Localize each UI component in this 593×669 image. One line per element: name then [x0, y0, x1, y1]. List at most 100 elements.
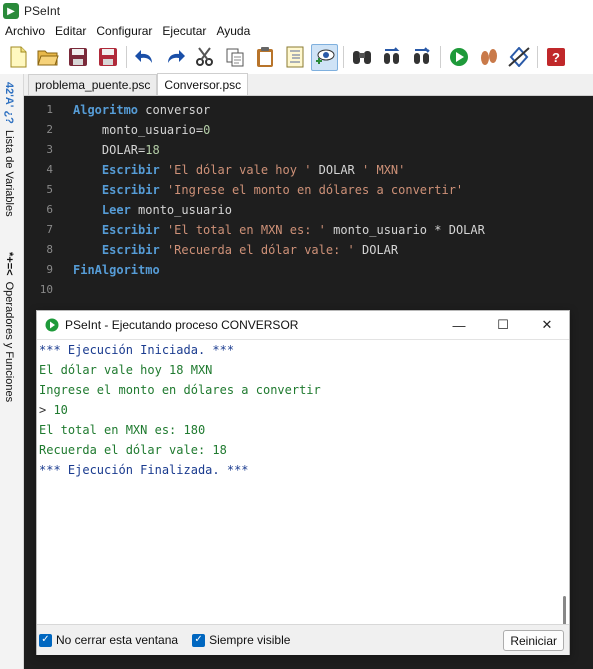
console-input-value: 10: [53, 403, 68, 417]
code-line: Algoritmo conversor: [73, 100, 485, 120]
close-button[interactable]: ✕: [525, 311, 569, 339]
console-scrollbar[interactable]: [563, 596, 566, 626]
line-number: 3: [46, 143, 53, 156]
code-line: Escribir 'Ingrese el monto en dólares a …: [73, 180, 485, 200]
open-file-icon[interactable]: [34, 44, 61, 71]
variables-panel-tab[interactable]: 42'A' ¿? Lista de Variables: [3, 82, 15, 217]
menu-editar[interactable]: Editar: [50, 24, 91, 38]
paste-icon[interactable]: [251, 44, 278, 71]
check-icon: ✓: [39, 633, 52, 647]
pseint-logo-icon: ▶: [3, 3, 19, 19]
code-line: Escribir 'El dólar vale hoy ' DOLAR ' MX…: [73, 160, 485, 180]
execution-console[interactable]: *** Ejecución Iniciada. *** El dólar vale…: [37, 339, 569, 624]
file-tabs: problema_puente.psc Conversor.psc: [24, 73, 593, 96]
code-token: 'Ingrese el monto en dólares a convertir…: [166, 183, 464, 197]
minimize-button[interactable]: —: [437, 311, 481, 339]
variables-tab-icon: 42'A' ¿?: [3, 82, 15, 124]
code-token: 'Recuerda el dólar vale: ': [166, 243, 355, 257]
keep-open-label: No cerrar esta ventana: [56, 633, 179, 647]
check-icon: ✓: [192, 633, 206, 647]
console-text: Recuerda el dólar vale: 18: [39, 443, 227, 457]
menu-ayuda[interactable]: Ayuda: [211, 24, 255, 38]
reset-button[interactable]: Reiniciar: [503, 630, 564, 651]
code-line: Escribir 'Recuerda el dólar vale: ' DOLA…: [73, 240, 485, 260]
console-line: Recuerda el dólar vale: 18: [37, 440, 569, 460]
line-number: 2: [46, 123, 53, 136]
flowchart-icon[interactable]: [505, 44, 532, 71]
code-token: Leer: [73, 203, 131, 217]
code-token: 'El dólar vale hoy ': [166, 163, 312, 177]
operators-panel-tab[interactable]: *+=< Operadores y Funciones: [3, 252, 15, 402]
always-visible-checkbox[interactable]: ✓ Siempre visible: [192, 633, 290, 647]
tab-problema-puente[interactable]: problema_puente.psc: [28, 74, 158, 95]
code-lines: Algoritmo conversor monto_usuario=0 DOLA…: [73, 100, 485, 300]
new-file-icon[interactable]: [4, 44, 31, 71]
code-token: conversor: [138, 103, 211, 117]
toolbar-separator: [440, 46, 441, 68]
code-line: Escribir 'El total en MXN es: ' monto_us…: [73, 220, 485, 240]
console-text: *** Ejecución Finalizada. ***: [39, 463, 249, 477]
line-number: 9: [46, 263, 53, 276]
menu-configurar[interactable]: Configurar: [91, 24, 157, 38]
step-by-step-icon[interactable]: [475, 44, 502, 71]
operators-tab-icon: *+=<: [3, 252, 15, 276]
line-number: 6: [46, 203, 53, 216]
console-line: El total en MXN es: 180: [37, 420, 569, 440]
replace-icon[interactable]: [378, 44, 405, 71]
line-number: 8: [46, 243, 53, 256]
left-sidebar: 42'A' ¿? Lista de Variables *+=< Operado…: [0, 74, 24, 669]
code-token: DOLAR: [73, 143, 139, 157]
console-text: El dólar vale hoy 18 MXN: [39, 363, 213, 377]
keep-open-checkbox[interactable]: ✓ No cerrar esta ventana: [39, 633, 178, 647]
maximize-button[interactable]: ☐: [481, 311, 525, 339]
console-line: *** Ejecución Finalizada. ***: [37, 460, 569, 480]
save-icon[interactable]: [64, 44, 91, 71]
code-token: monto_usuario: [325, 223, 435, 237]
always-visible-label: Siempre visible: [209, 633, 291, 647]
code-token: =: [195, 123, 204, 137]
code-token: 18: [145, 143, 160, 157]
run-icon[interactable]: [445, 44, 472, 71]
console-line: > 10: [37, 400, 569, 420]
redo-icon[interactable]: [161, 44, 188, 71]
cut-icon[interactable]: [191, 44, 218, 71]
code-token: DOLAR: [354, 243, 399, 257]
replace-all-icon[interactable]: [408, 44, 435, 71]
code-line: DOLAR=18: [73, 140, 485, 160]
code-line: Leer monto_usuario: [73, 200, 485, 220]
menu-archivo[interactable]: Archivo: [0, 24, 50, 38]
save-as-icon[interactable]: [94, 44, 121, 71]
toolbar: ?: [0, 40, 593, 74]
toolbar-separator: [537, 46, 538, 68]
app-title: PSeInt: [24, 4, 61, 18]
code-token: Escribir: [73, 223, 160, 237]
console-text: >: [39, 403, 54, 417]
app-titlebar: ▶ PSeInt: [0, 0, 593, 22]
variables-tab-label: Lista de Variables: [3, 129, 15, 217]
menu-ejecutar[interactable]: Ejecutar: [157, 24, 211, 38]
pseint-run-icon: [45, 318, 59, 332]
console-line: Ingrese el monto en dólares a convertir: [37, 380, 569, 400]
execution-window-footer: ✓ No cerrar esta ventana ✓ Siempre visib…: [37, 624, 569, 655]
code-token: Escribir: [73, 183, 160, 197]
console-text: *** Ejecución Iniciada. ***: [39, 343, 235, 357]
code-token: FinAlgoritmo: [73, 263, 160, 277]
variables-watch-icon[interactable]: [311, 43, 338, 71]
console-text: El total en MXN es: 180: [39, 423, 206, 437]
line-number: 1: [46, 103, 53, 116]
undo-icon[interactable]: [131, 44, 158, 71]
code-line: FinAlgoritmo: [73, 260, 485, 280]
format-code-icon[interactable]: [281, 44, 308, 71]
help-icon[interactable]: ?: [542, 44, 569, 71]
code-token: ' MXN': [362, 163, 406, 177]
toolbar-separator: [126, 46, 127, 68]
copy-icon[interactable]: [221, 44, 248, 71]
code-token: DOLAR: [311, 163, 363, 177]
svg-text:?: ?: [552, 50, 560, 65]
search-binoculars-icon[interactable]: [348, 44, 375, 71]
console-text: Ingrese el monto en dólares a convertir: [39, 383, 321, 397]
tab-conversor[interactable]: Conversor.psc: [157, 73, 249, 95]
line-number: 7: [46, 223, 53, 236]
